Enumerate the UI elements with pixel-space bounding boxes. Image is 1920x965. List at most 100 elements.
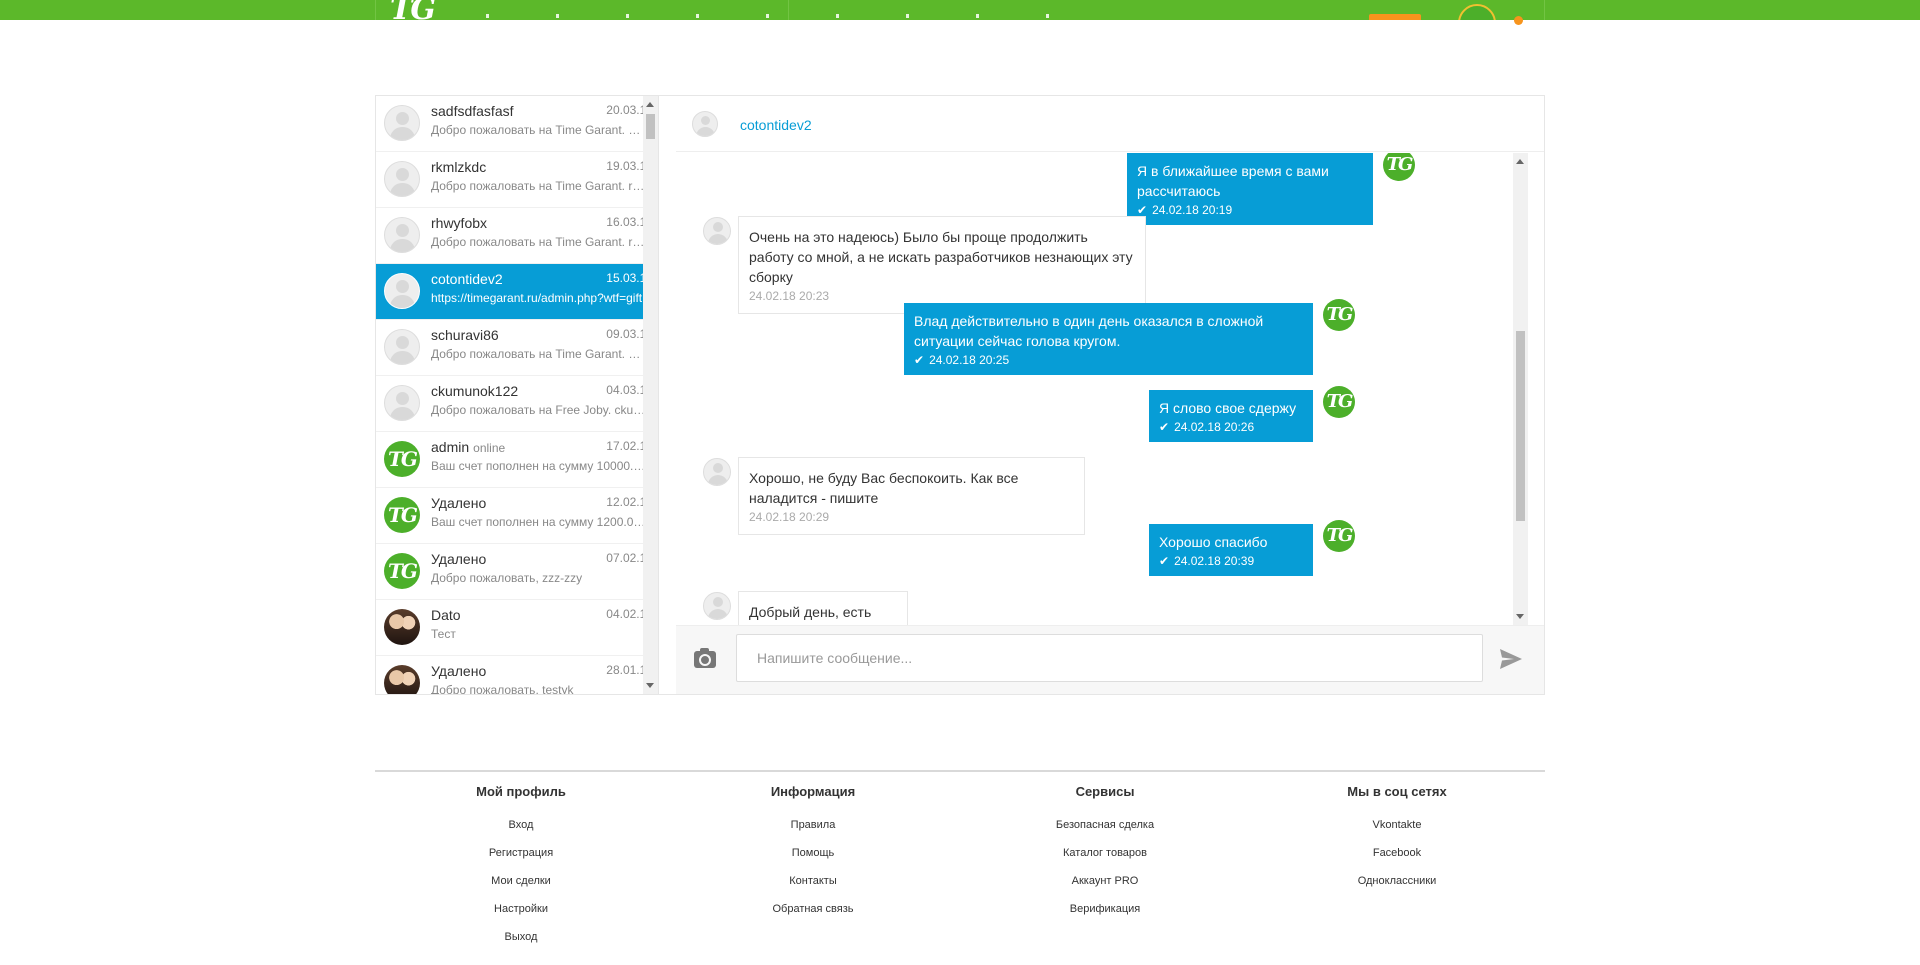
footer-heading: Мы в соц сетях [1347, 784, 1447, 799]
dialog-item[interactable]: schuravi86 09.03.18 Добро пожаловать на … [376, 320, 658, 376]
nav-divider [788, 0, 789, 20]
nav-menu-items[interactable] [486, 14, 1086, 18]
user-avatar[interactable] [1458, 4, 1496, 20]
message-area: Я в ближайшее время с вами рассчитаюсь 2… [676, 153, 1544, 625]
message-text: Добрый день, есть новости? [749, 604, 872, 625]
footer-link-feedback[interactable]: Обратная связь [667, 902, 959, 930]
message-time: 24.02.18 20:19 [1137, 203, 1363, 217]
footer-link-logout[interactable]: Выход [375, 930, 667, 958]
pro-badge[interactable] [1369, 14, 1421, 20]
message-text: Очень на это надеюсь) Было бы проще прод… [749, 229, 1133, 285]
footer-link-pro-account[interactable]: Аккаунт PRO [959, 874, 1251, 902]
camera-icon[interactable] [694, 648, 716, 668]
dialog-item[interactable]: sadfsdfasfasf 20.03.18 Добро пожаловать … [376, 96, 658, 152]
footer-col-profile: Мой профиль Вход Регистрация Мои сделки … [375, 782, 667, 958]
scroll-up-arrow[interactable] [1516, 159, 1524, 164]
tg-avatar: TG [384, 497, 420, 533]
dialog-item[interactable]: ckumunok122 04.03.18 Добро пожаловать на… [376, 376, 658, 432]
notification-dot[interactable] [1514, 16, 1523, 25]
scroll-up-arrow[interactable] [646, 102, 654, 107]
chat-title[interactable]: cotontidev2 [740, 117, 812, 133]
message-incoming: Хорошо, не буду Вас беспокоить. Как все … [738, 457, 1085, 535]
footer-heading: Сервисы [1075, 784, 1135, 799]
message-scrollbar[interactable] [1513, 153, 1528, 625]
dialog-item[interactable]: TG Удалено 07.02.18 Добро пожаловать, zz… [376, 544, 658, 600]
chat-panel: cotontidev2 Я в ближайшее время с вами р… [676, 96, 1544, 694]
footer-col-info: Информация Правила Помощь Контакты Обрат… [667, 782, 959, 930]
dialog-snippet: Добро пожаловать, testyk [431, 683, 574, 694]
scroll-thumb[interactable] [646, 114, 655, 139]
footer-col-services: Сервисы Безопасная сделка Каталог товаро… [959, 782, 1251, 930]
message-time: 24.02.18 20:39 [1159, 554, 1303, 568]
footer-link-facebook[interactable]: Facebook [1251, 846, 1543, 874]
dialog-snippet: https://timegarant.ru/admin.php?wtf=gift [431, 291, 643, 305]
tg-avatar: TG [1383, 153, 1415, 181]
compose-bar [676, 625, 1544, 694]
dialog-item[interactable]: rkmlzkdc 19.03.18 Добро пожаловать на Ti… [376, 152, 658, 208]
footer-link-odnoklassniki[interactable]: Одноклассники [1251, 874, 1543, 902]
dialog-snippet: Добро пожаловать на Time Garant. schurav… [431, 347, 646, 361]
scroll-down-arrow[interactable] [646, 683, 654, 688]
dialog-name: Dato [431, 607, 461, 623]
chat-header: cotontidev2 [676, 96, 1544, 152]
message-text: Я в ближайшее время с вами рассчитаюсь [1137, 163, 1329, 199]
message-time: 24.02.18 20:29 [749, 510, 830, 524]
send-icon[interactable] [1498, 646, 1524, 672]
avatar [384, 161, 420, 197]
footer-link-contacts[interactable]: Контакты [667, 874, 959, 902]
dialog-name: rkmlzkdc [431, 159, 487, 175]
dialog-item-active[interactable]: cotontidev2 15.03.18 https://timegarant.… [376, 264, 658, 320]
footer-link-vkontakte[interactable]: Vkontakte [1251, 818, 1543, 846]
footer-link-login[interactable]: Вход [375, 818, 667, 846]
dialog-name: Удалено [431, 495, 487, 511]
tg-avatar: TG [384, 441, 420, 477]
dialog-snippet: Добро пожаловать на Time Garant. rhwyfob… [431, 235, 646, 249]
tg-avatar: TG [1323, 299, 1355, 331]
scroll-thumb[interactable] [1516, 331, 1525, 521]
message-outgoing: Я в ближайшее время с вами рассчитаюсь 2… [1127, 153, 1373, 225]
footer-link-safe-deal[interactable]: Безопасная сделка [959, 818, 1251, 846]
chat-avatar [692, 111, 718, 137]
message-text: Хорошо спасибо [1159, 534, 1268, 550]
message-outgoing: Хорошо спасибо 24.02.18 20:39 [1149, 524, 1313, 576]
online-status: online [473, 441, 506, 455]
dialog-name: ckumunok122 [431, 383, 519, 399]
dialog-snippet: Ваш счет пополнен на сумму 10000.00 руб. [431, 459, 646, 473]
dialog-item[interactable]: Dato 04.02.18 Тест [376, 600, 658, 656]
messenger: sadfsdfasfasf 20.03.18 Добро пожаловать … [375, 95, 1545, 695]
dialog-item[interactable]: TG Удалено 12.02.18 Ваш счет пополнен на… [376, 488, 658, 544]
scroll-down-arrow[interactable] [1516, 614, 1524, 619]
tg-avatar: TG [1323, 386, 1355, 418]
dialog-item[interactable]: TG admin online 17.02.18 Ваш счет пополне… [376, 432, 658, 488]
message-input[interactable] [736, 634, 1483, 682]
dialog-scrollbar[interactable] [643, 96, 658, 694]
dialog-item[interactable]: Удалено 28.01.18 Добро пожаловать, testy… [376, 656, 658, 694]
footer-link-rules[interactable]: Правила [667, 818, 959, 846]
dialog-name: admin online [431, 439, 506, 455]
dialog-snippet: Добро пожаловать на Time Garant. sadfsdf… [431, 123, 646, 137]
message-outgoing: Я слово свое сдержу 24.02.18 20:26 [1149, 390, 1313, 442]
avatar [384, 385, 420, 421]
dialog-snippet: Добро пожаловать на Free Joby. ckumunok1… [431, 403, 646, 417]
top-navbar: TG [0, 0, 1920, 27]
avatar [384, 273, 420, 309]
footer-link-verification[interactable]: Верификация [959, 902, 1251, 930]
sender-avatar [703, 592, 731, 620]
footer-heading: Мой профиль [476, 784, 566, 799]
photo-avatar [384, 609, 420, 645]
footer-link-help[interactable]: Помощь [667, 846, 959, 874]
footer-col-social: Мы в соц сетях Vkontakte Facebook Однокл… [1251, 782, 1543, 902]
footer-heading: Информация [770, 784, 856, 799]
navbar-inner: TG [375, 0, 1545, 27]
footer-link-catalog[interactable]: Каталог товаров [959, 846, 1251, 874]
dialog-snippet: Ваш счет пополнен на сумму 1200.00 руб. [431, 515, 646, 529]
avatar [384, 329, 420, 365]
site-logo[interactable]: TG [390, 0, 436, 27]
dialog-item[interactable]: rhwyfobx 16.03.18 Добро пожаловать на Ti… [376, 208, 658, 264]
footer: Мой профиль Вход Регистрация Мои сделки … [375, 770, 1545, 943]
dialog-name: sadfsdfasfasf [431, 103, 514, 119]
footer-link-my-deals[interactable]: Мои сделки [375, 874, 667, 902]
message-text: Влад действительно в один день оказался … [914, 313, 1264, 349]
footer-link-settings[interactable]: Настройки [375, 902, 667, 930]
footer-link-register[interactable]: Регистрация [375, 846, 667, 874]
